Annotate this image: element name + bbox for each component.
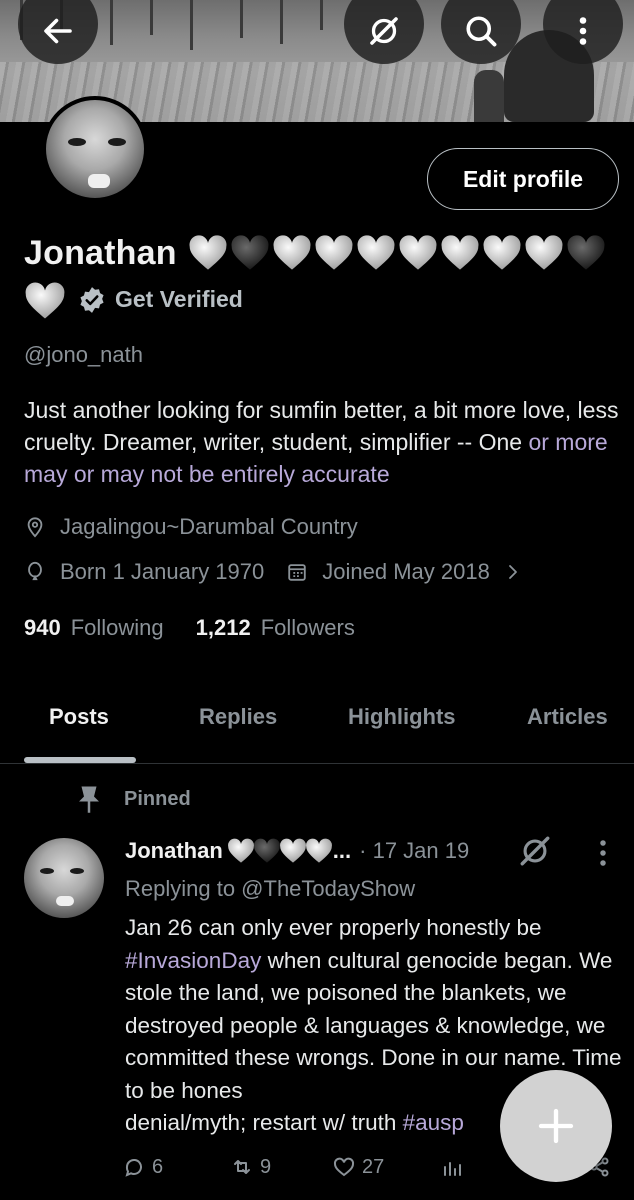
- white-heart-icon: [305, 838, 332, 863]
- white-heart-icon: [399, 235, 437, 270]
- profile-bio: Just another looking for sumfin better, …: [24, 394, 624, 490]
- post-text-1: Jan 26 can only ever properly honestly b…: [125, 915, 542, 940]
- repost-icon: [234, 1160, 250, 1174]
- reply-count: 6: [152, 1155, 164, 1178]
- post-text-3: denial/myth; restart w/ truth: [125, 1110, 403, 1135]
- heart-icon: [333, 1157, 355, 1177]
- edit-profile-button[interactable]: Edit profile: [427, 148, 619, 210]
- arrow-left-icon: [44, 18, 72, 44]
- profile-avatar[interactable]: [42, 96, 148, 202]
- follow-counts: 940 Following 1,212 Followers: [24, 615, 355, 641]
- white-heart-icon: [357, 235, 395, 270]
- white-heart-icon: [189, 235, 227, 270]
- tab-posts[interactable]: Posts: [49, 704, 109, 730]
- grok-icon: [370, 17, 398, 45]
- tab-highlights[interactable]: Highlights: [348, 704, 456, 730]
- white-heart-icon: [483, 235, 521, 270]
- location-pin-icon: [27, 517, 43, 538]
- pinned-label: Pinned: [76, 784, 191, 814]
- balloon-icon: [28, 561, 42, 581]
- joined-text: Joined May 2018: [322, 559, 490, 584]
- tab-articles[interactable]: Articles: [527, 704, 608, 730]
- profile-dates[interactable]: Born 1 January 1970 Joined May 2018: [24, 559, 536, 585]
- followers-count: 1,212: [195, 615, 251, 640]
- get-verified-link[interactable]: Get Verified: [115, 286, 243, 313]
- plus-icon: [538, 1108, 574, 1144]
- more-vertical-icon: [579, 17, 587, 45]
- post-date[interactable]: · 17 Jan 19: [359, 838, 469, 864]
- repost-button[interactable]: 9: [230, 1155, 271, 1179]
- verified-badge-icon: [80, 287, 104, 313]
- following-count: 940: [24, 615, 61, 640]
- reply-button[interactable]: 6: [122, 1155, 163, 1179]
- name-hearts: [188, 233, 606, 273]
- white-heart-icon: [315, 235, 353, 270]
- compose-post-button[interactable]: [500, 1070, 612, 1182]
- post-avatar[interactable]: [24, 838, 104, 918]
- born-text: Born 1 January 1970: [60, 559, 265, 584]
- followers-link[interactable]: 1,212 Followers: [196, 615, 355, 641]
- profile-location: Jagalingou~Darumbal Country: [24, 514, 358, 540]
- black-heart-icon: [231, 235, 269, 270]
- white-heart-icon: [273, 235, 311, 270]
- reply-icon: [125, 1158, 142, 1177]
- post-header: Jonathan ... · 17 Jan 19: [125, 838, 469, 864]
- search-icon: [466, 16, 497, 47]
- location-text: Jagalingou~Darumbal Country: [60, 514, 358, 539]
- following-link[interactable]: 940 Following: [24, 615, 164, 641]
- white-heart-icon: [441, 235, 479, 270]
- profile-tabs: Posts Replies Highlights Articles: [0, 704, 634, 764]
- black-heart-icon: [253, 838, 280, 863]
- analytics-icon: [444, 1162, 461, 1176]
- profile-name: Jonathan: [24, 234, 177, 272]
- hashtag-ausp[interactable]: #ausp: [403, 1110, 464, 1135]
- white-heart-icon: [525, 235, 563, 270]
- post-author-ellipsis: ...: [332, 838, 352, 863]
- active-tab-indicator: [24, 757, 136, 763]
- pin-icon: [79, 786, 99, 813]
- views-button[interactable]: [440, 1155, 470, 1179]
- white-heart-icon: [227, 838, 254, 863]
- like-count: 27: [362, 1155, 385, 1178]
- calendar-icon: [288, 564, 306, 581]
- white-heart-icon: [279, 838, 306, 863]
- post-more-icon[interactable]: [594, 838, 612, 868]
- pinned-text: Pinned: [124, 787, 191, 810]
- grok-icon[interactable]: [518, 834, 552, 868]
- following-label: Following: [70, 615, 164, 640]
- like-button[interactable]: 27: [332, 1155, 384, 1179]
- tab-replies[interactable]: Replies: [199, 704, 277, 730]
- black-heart-icon: [567, 235, 605, 270]
- chevron-right-icon: [508, 565, 517, 579]
- heart-emoji-icon: [25, 282, 65, 319]
- hashtag-invasionday[interactable]: #InvasionDay: [125, 948, 261, 973]
- profile-handle: @jono_nath: [24, 342, 143, 367]
- post-author-name[interactable]: Jonathan: [125, 838, 223, 864]
- followers-label: Followers: [260, 615, 355, 640]
- repost-count: 9: [260, 1155, 272, 1178]
- replying-to[interactable]: Replying to @TheTodayShow: [125, 876, 415, 902]
- post-author-hearts: [227, 838, 332, 864]
